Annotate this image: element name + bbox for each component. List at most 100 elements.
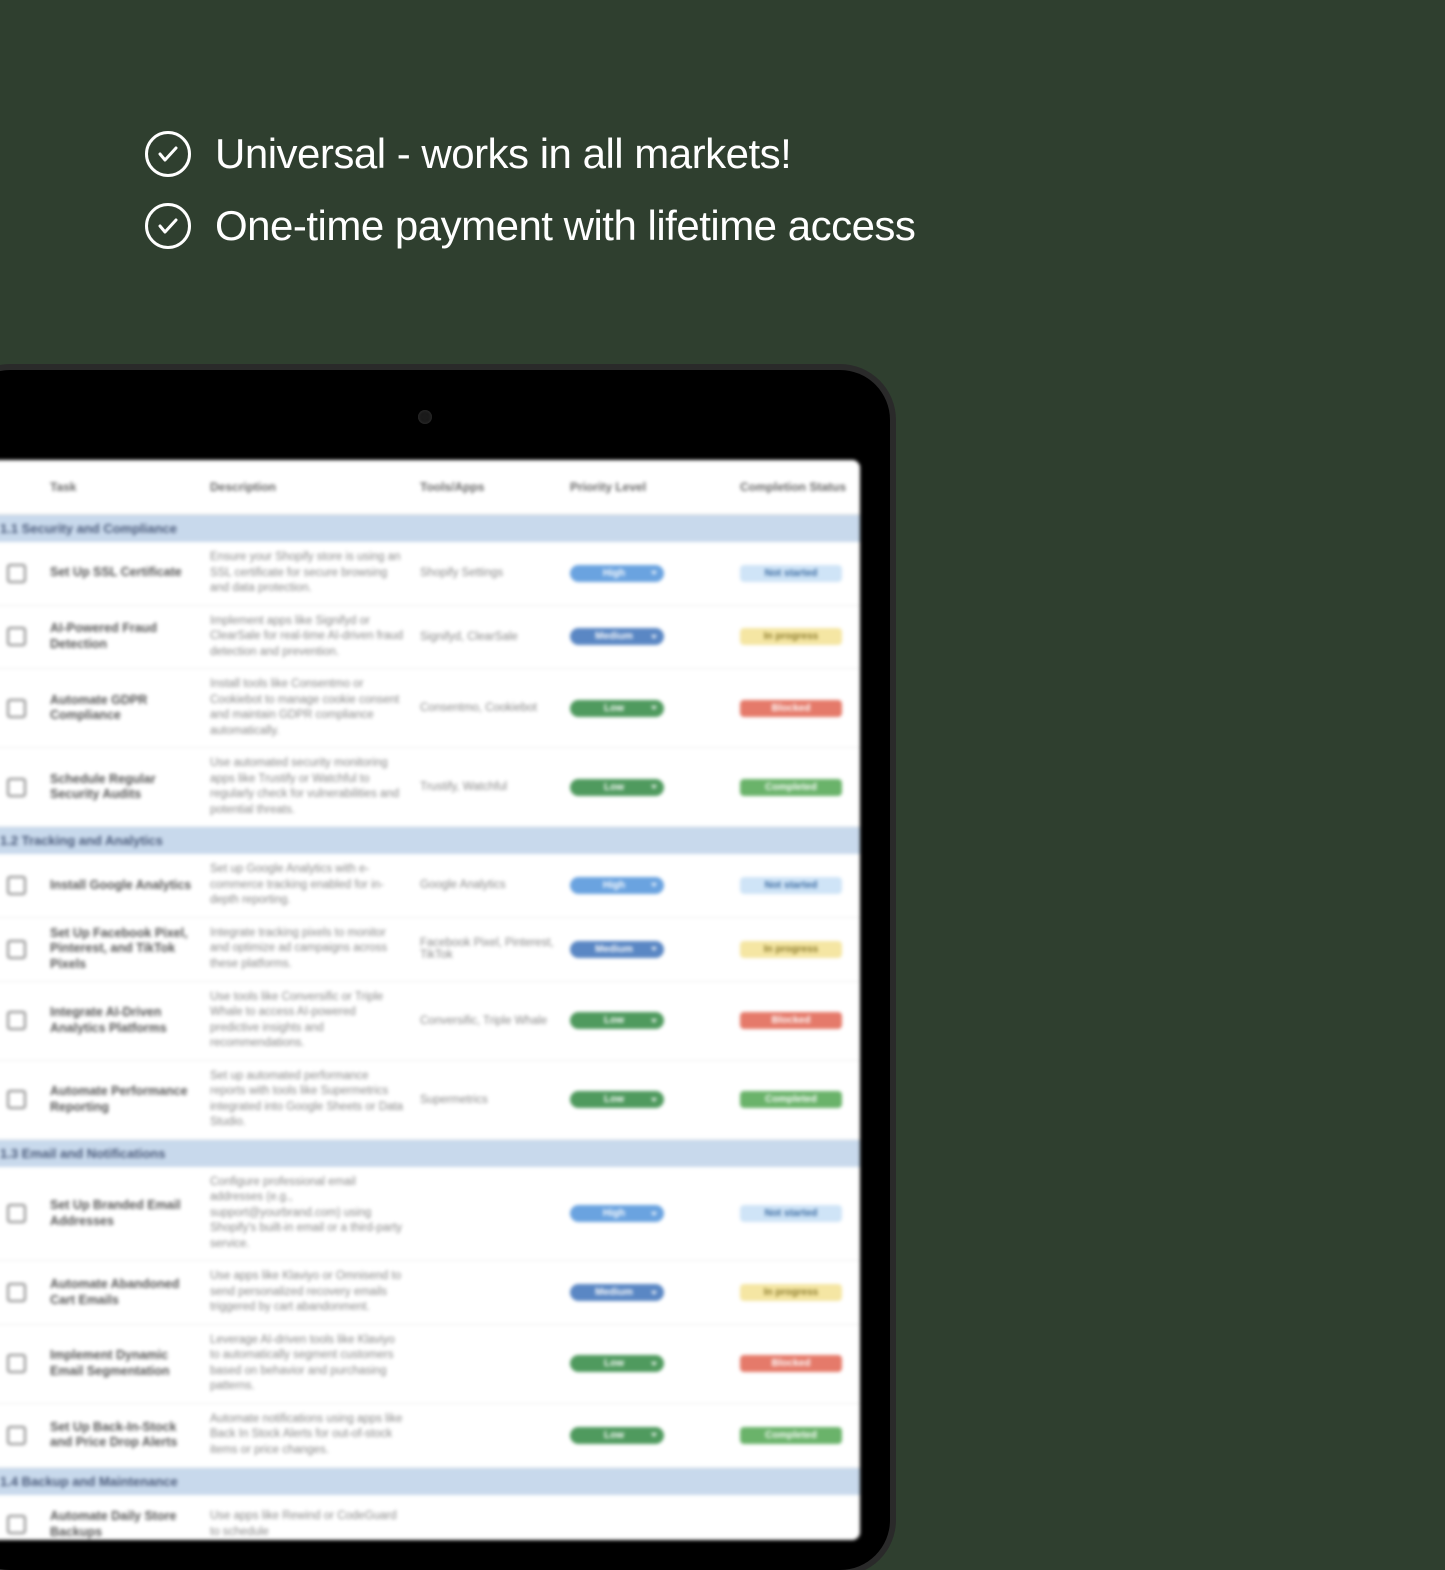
task-tools: Shopify Settings [412, 559, 562, 587]
row-checkbox[interactable] [7, 940, 26, 959]
task-tools [412, 1517, 562, 1533]
priority-pill[interactable]: Medium [570, 628, 664, 645]
task-description: Install tools like Consentmo or Cookiebo… [202, 669, 412, 747]
task-description: Integrate tracking pixels to monitor and… [202, 918, 412, 981]
task-tools: Trustify, Watchful [412, 773, 562, 801]
priority-pill[interactable]: High [570, 1205, 664, 1222]
table-row: Install Google AnalyticsSet up Google An… [0, 854, 860, 918]
status-badge[interactable]: Not started [740, 565, 842, 582]
task-description: Use apps like Klaviyo or Omnisend to sen… [202, 1261, 412, 1324]
check-circle-icon [145, 131, 191, 177]
task-description: Set up Google Analytics with e-commerce … [202, 854, 412, 917]
task-name: Schedule Regular Security Audits [42, 764, 202, 811]
col-description: Description [202, 474, 412, 500]
task-description: Set up automated performance reports wit… [202, 1061, 412, 1139]
table-row: Set Up Back-In-Stock and Price Drop Aler… [0, 1404, 860, 1468]
task-description: Implement apps like Signifyd or ClearSal… [202, 606, 412, 669]
task-name: Automate Daily Store Backups [42, 1501, 202, 1540]
table-row: Implement Dynamic Email SegmentationLeve… [0, 1325, 860, 1404]
table-row: Automate Abandoned Cart EmailsUse apps l… [0, 1261, 860, 1325]
task-name: Install Google Analytics [42, 870, 202, 902]
status-badge[interactable]: In progress [740, 1284, 842, 1301]
task-description: Automate notifications using apps like B… [202, 1404, 412, 1467]
task-name: Set Up Facebook Pixel, Pinterest, and Ti… [42, 918, 202, 981]
task-tools [412, 1356, 562, 1372]
table-row: Automate Performance ReportingSet up aut… [0, 1061, 860, 1140]
section-header: 1.3 Email and Notifications [0, 1140, 860, 1167]
table-row: Set Up Branded Email AddressesConfigure … [0, 1167, 860, 1262]
row-checkbox[interactable] [7, 1515, 26, 1534]
priority-pill[interactable]: Low [570, 700, 664, 717]
priority-pill[interactable]: Medium [570, 1284, 664, 1301]
priority-pill[interactable]: High [570, 565, 664, 582]
table-row: Schedule Regular Security AuditsUse auto… [0, 748, 860, 827]
table-row: Automate Daily Store BackupsUse apps lik… [0, 1495, 860, 1541]
row-checkbox[interactable] [7, 1426, 26, 1445]
task-tools [412, 1285, 562, 1301]
table-row: Integrate AI-Driven Analytics PlatformsU… [0, 982, 860, 1061]
tablet-camera-icon [418, 410, 432, 424]
status-badge[interactable]: In progress [740, 628, 842, 645]
task-name: AI-Powered Fraud Detection [42, 613, 202, 660]
task-tools [412, 1427, 562, 1443]
task-name: Set Up Back-In-Stock and Price Drop Aler… [42, 1412, 202, 1459]
check-circle-icon [145, 203, 191, 249]
feature-list: Universal - works in all markets! One-ti… [145, 130, 915, 274]
task-tools: Conversific, Triple Whale [412, 1007, 562, 1035]
status-badge[interactable]: In progress [740, 941, 842, 958]
row-checkbox[interactable] [7, 627, 26, 646]
priority-pill[interactable]: Low [570, 1091, 664, 1108]
row-checkbox[interactable] [7, 564, 26, 583]
section-header: 1.1 Security and Compliance [0, 515, 860, 542]
task-tools: Signifyd, ClearSale [412, 623, 562, 651]
feature-text: Universal - works in all markets! [215, 130, 791, 178]
status-badge[interactable]: Completed [740, 1427, 842, 1444]
row-checkbox[interactable] [7, 1204, 26, 1223]
status-badge[interactable]: Blocked [740, 1355, 842, 1372]
task-description: Use tools like Conversific or Triple Wha… [202, 982, 412, 1060]
task-name: Automate Performance Reporting [42, 1076, 202, 1123]
priority-pill[interactable]: Low [570, 1355, 664, 1372]
row-checkbox[interactable] [7, 699, 26, 718]
priority-pill[interactable]: Low [570, 1427, 664, 1444]
status-badge[interactable]: Blocked [740, 700, 842, 717]
section-header: 1.4 Backup and Maintenance [0, 1468, 860, 1495]
row-checkbox[interactable] [7, 1283, 26, 1302]
row-checkbox[interactable] [7, 1011, 26, 1030]
table-row: Set Up Facebook Pixel, Pinterest, and Ti… [0, 918, 860, 982]
task-description: Leverage AI-driven tools like Klaviyo to… [202, 1325, 412, 1403]
priority-pill[interactable]: High [570, 877, 664, 894]
col-priority: Priority Level [562, 474, 732, 500]
col-check [0, 481, 42, 493]
task-name: Automate GDPR Compliance [42, 685, 202, 732]
task-tools: Facebook Pixel, Pinterest, TikTok [412, 929, 562, 969]
row-checkbox[interactable] [7, 876, 26, 895]
task-tools [412, 1206, 562, 1222]
task-tools: Consentmo, Cookiebot [412, 694, 562, 722]
col-task: Task [42, 474, 202, 500]
table-row: AI-Powered Fraud DetectionImplement apps… [0, 606, 860, 670]
status-badge[interactable]: Completed [740, 779, 842, 796]
row-checkbox[interactable] [7, 778, 26, 797]
status-badge[interactable]: Not started [740, 877, 842, 894]
row-checkbox[interactable] [7, 1090, 26, 1109]
task-tools: Supermetrics [412, 1086, 562, 1114]
task-tools: Google Analytics [412, 871, 562, 899]
status-badge[interactable]: Completed [740, 1091, 842, 1108]
priority-pill[interactable]: Medium [570, 941, 664, 958]
task-name: Integrate AI-Driven Analytics Platforms [42, 997, 202, 1044]
feature-text: One-time payment with lifetime access [215, 202, 915, 250]
status-badge[interactable]: Blocked [740, 1012, 842, 1029]
task-name: Implement Dynamic Email Segmentation [42, 1340, 202, 1387]
table-header-row: Task Description Tools/Apps Priority Lev… [0, 460, 860, 515]
row-checkbox[interactable] [7, 1354, 26, 1373]
table-row: Set Up SSL CertificateEnsure your Shopif… [0, 542, 860, 606]
tablet-screen: Task Description Tools/Apps Priority Lev… [0, 460, 860, 1540]
col-status: Completion Status [732, 474, 860, 500]
status-badge[interactable]: Not started [740, 1205, 842, 1222]
priority-pill[interactable]: Low [570, 1012, 664, 1029]
col-tools: Tools/Apps [412, 474, 562, 500]
priority-pill[interactable]: Low [570, 779, 664, 796]
task-description: Ensure your Shopify store is using an SS… [202, 542, 412, 605]
feature-item: One-time payment with lifetime access [145, 202, 915, 250]
